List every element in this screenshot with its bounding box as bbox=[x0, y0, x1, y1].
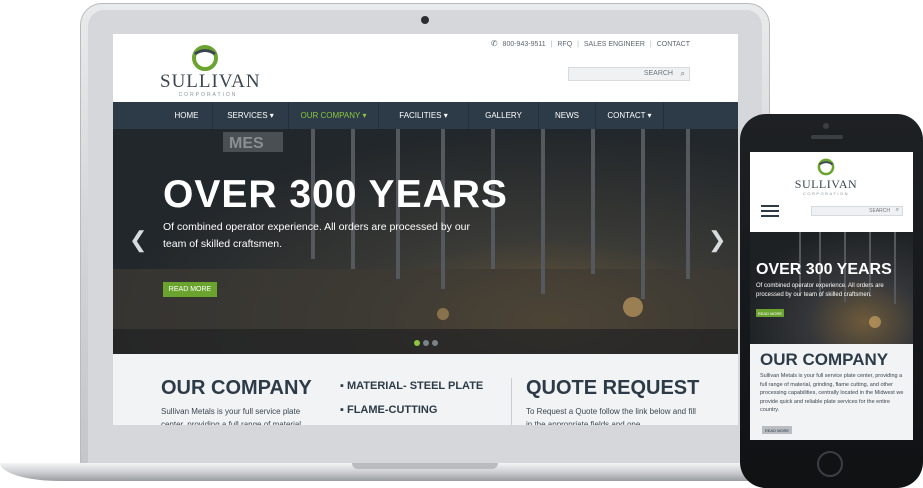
rfq-link[interactable]: RFQ bbox=[557, 41, 572, 48]
our-company-heading: OUR COMPANY bbox=[161, 377, 312, 399]
site-logo[interactable]: SULLIVAN CORPORATION bbox=[160, 44, 261, 98]
service-bullet[interactable]: ▪ MATERIAL- STEEL PLATE bbox=[340, 380, 483, 392]
hero-slider: MES OVER 300 YEARS Of combined operator … bbox=[113, 129, 738, 354]
slider-dot[interactable] bbox=[414, 340, 420, 346]
phone-number-link[interactable]: 800-943-9511 bbox=[503, 41, 546, 48]
sullivan-logo-icon bbox=[817, 158, 835, 176]
hero-text: Of combined operator experience. All ord… bbox=[163, 221, 470, 250]
device-mockup: SULLIVAN CORPORATION ✆ 800-943-9511 | RF… bbox=[0, 0, 923, 488]
contact-link[interactable]: CONTACT bbox=[657, 41, 690, 48]
nav-item-home[interactable]: HOME bbox=[161, 102, 213, 129]
logo-name: SULLIVAN bbox=[160, 71, 261, 92]
chevron-right-icon[interactable]: ❯ bbox=[708, 227, 726, 253]
service-bullet-label: MATERIAL- STEEL PLATE bbox=[346, 380, 484, 392]
phone-speaker bbox=[811, 135, 843, 139]
content-section: OUR COMPANY Sullivan Metals is your full… bbox=[113, 354, 738, 425]
hamburger-menu-icon[interactable] bbox=[761, 205, 779, 217]
search-input[interactable]: SEARCH ⌕ bbox=[568, 67, 690, 81]
divider: | bbox=[649, 41, 652, 48]
phone-icon: ✆ bbox=[490, 39, 498, 48]
service-bullet[interactable]: ▪ FLAME-CUTTING bbox=[340, 404, 437, 416]
quote-request-heading: QUOTE REQUEST bbox=[526, 377, 700, 399]
site-header: SULLIVAN CORPORATION ✆ 800-943-9511 | RF… bbox=[113, 34, 738, 102]
divider: | bbox=[577, 41, 579, 48]
our-company-text: Sullivan Metals is your full service pla… bbox=[161, 407, 302, 425]
hero-text: Of combined operator experience. All ord… bbox=[756, 283, 884, 298]
phone-camera bbox=[823, 123, 829, 129]
search-placeholder: SEARCH bbox=[869, 208, 890, 214]
logo-subtitle: CORPORATION bbox=[178, 92, 238, 98]
divider: | bbox=[550, 41, 553, 48]
slider-dot[interactable] bbox=[423, 340, 429, 346]
slider-dots bbox=[414, 340, 438, 346]
sullivan-logo-icon bbox=[192, 45, 218, 71]
our-company-text: Sullivan Metals is your full service pla… bbox=[760, 373, 904, 413]
phone-screen: SULLIVAN CORPORATION SEARCH ⌕ OVER 300 Y… bbox=[750, 152, 913, 440]
read-more-button[interactable]: READ MORE bbox=[163, 282, 217, 297]
main-nav: HOME SERVICES ▾ OUR COMPANY ▾ FACILITIES… bbox=[113, 102, 738, 129]
logo-subtitle: CORPORATION bbox=[803, 191, 849, 196]
hero-slider: OVER 300 YEARS Of combined operator expe… bbox=[750, 232, 913, 344]
phone-home-button bbox=[817, 451, 843, 477]
hero-title: OVER 300 YEARS bbox=[163, 173, 508, 216]
utility-links: ✆ 800-943-9511 | RFQ | SALES ENGINEER | … bbox=[488, 39, 690, 48]
search-icon[interactable]: ⌕ bbox=[896, 207, 899, 214]
content-section: OUR COMPANY Sullivan Metals is your full… bbox=[750, 344, 913, 440]
column-divider bbox=[511, 378, 512, 425]
logo-name[interactable]: SULLIVAN bbox=[790, 177, 862, 192]
search-icon[interactable]: ⌕ bbox=[681, 69, 685, 79]
nav-item-our-company[interactable]: OUR COMPANY ▾ bbox=[289, 102, 379, 129]
sales-engineer-link[interactable]: SALES ENGINEER bbox=[584, 41, 645, 48]
service-bullet-label: FLAME-CUTTING bbox=[346, 404, 438, 416]
our-company-heading: OUR COMPANY bbox=[760, 350, 889, 369]
nav-item-gallery[interactable]: GALLERY bbox=[469, 102, 539, 129]
laptop-screen: SULLIVAN CORPORATION ✆ 800-943-9511 | RF… bbox=[113, 34, 738, 425]
search-input[interactable]: SEARCH ⌕ bbox=[811, 206, 903, 216]
hero-title: OVER 300 YEARS bbox=[756, 261, 892, 278]
laptop-camera bbox=[421, 16, 429, 24]
nav-item-news[interactable]: NEWS bbox=[539, 102, 596, 129]
quote-request-text: To Request a Quote follow the link below… bbox=[526, 407, 696, 425]
nav-item-services[interactable]: SERVICES ▾ bbox=[213, 102, 289, 129]
chevron-left-icon[interactable]: ❮ bbox=[129, 227, 147, 253]
search-placeholder: SEARCH bbox=[643, 70, 673, 77]
read-more-button[interactable]: READ MORE bbox=[762, 426, 792, 434]
slider-dot[interactable] bbox=[432, 340, 438, 346]
nav-item-facilities[interactable]: FACILITIES ▾ bbox=[379, 102, 469, 129]
laptop-notch bbox=[352, 463, 498, 469]
read-more-button[interactable]: READ MORE bbox=[756, 309, 784, 317]
svg-text:MES: MES bbox=[229, 135, 264, 152]
nav-item-contact[interactable]: CONTACT ▾ bbox=[596, 102, 664, 129]
